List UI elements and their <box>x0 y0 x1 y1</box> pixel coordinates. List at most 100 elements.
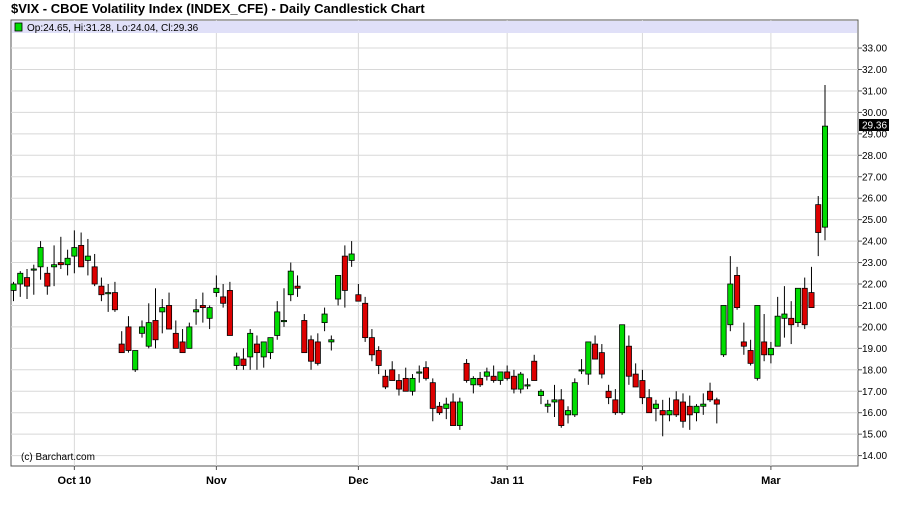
candlestick-chart[interactable]: 14.00 15.00 16.00 17.00 18.00 19.00 20.00 21.00… <box>0 0 900 511</box>
candle-body-down <box>389 369 396 381</box>
candle-body-up <box>132 350 139 371</box>
candle-body-down <box>111 292 118 311</box>
candle-body-up <box>767 347 774 356</box>
x-tick-label: Oct 10 <box>58 475 92 487</box>
candle-body-up <box>328 339 335 343</box>
candle-body-down <box>808 292 815 308</box>
candle-body-up <box>822 125 829 228</box>
candle-body-up <box>727 283 734 326</box>
candle[interactable] <box>754 305 761 381</box>
candle-body-up <box>84 255 91 261</box>
candle[interactable] <box>619 324 626 415</box>
candle-body-up <box>51 264 58 268</box>
last-value-label: 29.36 <box>862 121 887 132</box>
legend-text: Op:24.65, Hi:31.28, Lo:24.04, Cl:29.36 <box>27 23 199 34</box>
y-tick-label: 18.00 <box>862 365 887 376</box>
candle-body-down <box>308 339 315 362</box>
candle-body-up <box>754 305 761 379</box>
candle-body-up <box>652 403 659 409</box>
candle[interactable] <box>456 397 463 430</box>
candle[interactable] <box>571 378 578 417</box>
candle-body-up <box>193 309 200 313</box>
candle-body-down <box>632 373 639 388</box>
candle-body-down <box>477 377 484 386</box>
candle-body-up <box>497 371 504 381</box>
candle-body-down <box>747 350 754 364</box>
x-tick-label: Jan 11 <box>490 475 524 487</box>
candle-body-down <box>402 377 409 392</box>
y-tick-label: 17.00 <box>862 387 887 398</box>
candle-body-down <box>226 290 233 336</box>
candle-body-up <box>470 377 477 386</box>
candle-body-down <box>199 305 206 308</box>
candle-body-up <box>321 313 328 324</box>
candle-body-down <box>592 343 599 360</box>
credit-text: (c) Barchart.com <box>21 452 95 463</box>
candle-body-up <box>456 401 463 426</box>
y-tick-label: 30.00 <box>862 108 887 119</box>
candle[interactable] <box>794 287 801 327</box>
candle-body-down <box>240 358 247 366</box>
candle-body-down <box>679 401 686 422</box>
candle-body-down <box>44 272 51 287</box>
y-tick-label: 24.00 <box>862 237 887 248</box>
candle-body-down <box>713 399 720 405</box>
candle-body-up <box>409 377 416 392</box>
candle-body-up <box>233 356 240 366</box>
candle-body-down <box>429 382 436 409</box>
candle[interactable] <box>132 350 139 372</box>
candle-body-up <box>30 268 37 271</box>
candle-body-down <box>368 337 375 356</box>
candle-body-down <box>220 296 227 304</box>
y-tick-label: 22.00 <box>862 280 887 291</box>
candle-body-up <box>483 371 490 377</box>
candle-body-up <box>274 311 281 336</box>
y-tick-label: 28.00 <box>862 151 887 162</box>
candle-body-down <box>510 375 517 390</box>
candle-body-down <box>707 390 714 401</box>
candle-body-up <box>443 403 450 409</box>
candle-body-up <box>700 403 707 407</box>
candle-body-down <box>436 405 443 414</box>
candle-body-down <box>314 341 321 364</box>
candle-body-up <box>720 305 727 356</box>
candle-body-down <box>625 345 632 377</box>
y-tick-label: 21.00 <box>862 301 887 312</box>
candle-body-up <box>524 384 531 387</box>
candle-body-up <box>619 324 626 414</box>
candle[interactable] <box>362 296 369 342</box>
y-tick-label: 14.00 <box>862 451 887 462</box>
x-axis: Oct 10 Nov Dec Jan 11 Feb Mar <box>58 466 781 487</box>
candle-body-up <box>578 369 585 372</box>
candle-body-down <box>815 204 822 233</box>
candle-body-down <box>531 360 538 381</box>
candle-body-down <box>761 341 768 356</box>
y-tick-label: 15.00 <box>862 430 887 441</box>
y-axis: 14.00 15.00 16.00 17.00 18.00 19.00 20.00 21.00… <box>858 44 887 462</box>
y-tick-label: 33.00 <box>862 44 887 55</box>
candle-body-down <box>504 371 511 379</box>
candle-body-up <box>206 307 213 319</box>
candle-body-down <box>355 294 362 302</box>
candle-body-up <box>17 272 24 285</box>
candle-body-down <box>382 375 389 388</box>
candle-body-up <box>544 403 551 407</box>
candle-body-down <box>294 285 301 289</box>
candle-body-down <box>450 401 457 426</box>
candle-body-down <box>341 255 348 291</box>
candle-body-down <box>801 287 808 326</box>
candle-body-down <box>423 367 430 379</box>
candle-body-up <box>794 287 801 324</box>
candle[interactable] <box>720 305 727 357</box>
candle-body-down <box>639 380 646 399</box>
candle-body-up <box>105 292 112 295</box>
candle-body-down <box>91 266 98 285</box>
candle-body-down <box>646 397 653 414</box>
candle-body-down <box>463 362 470 381</box>
candle-body-down <box>301 320 308 354</box>
candle-body-up <box>10 283 17 291</box>
candle-body-down <box>118 343 125 354</box>
candle-body-up <box>781 313 788 319</box>
candle-body-up <box>565 410 572 416</box>
candle-body-up <box>571 382 578 416</box>
